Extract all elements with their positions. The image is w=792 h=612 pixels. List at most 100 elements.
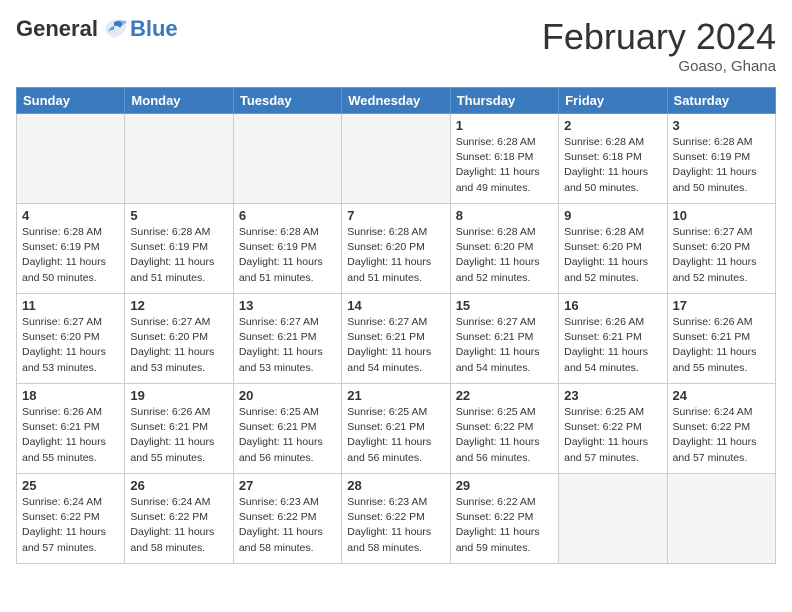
weekday-header-row: SundayMondayTuesdayWednesdayThursdayFrid… xyxy=(17,88,776,114)
day-info: Sunrise: 6:28 AM Sunset: 6:18 PM Dayligh… xyxy=(456,135,553,196)
day-info: Sunrise: 6:25 AM Sunset: 6:22 PM Dayligh… xyxy=(564,405,661,466)
calendar-cell: 13 Sunrise: 6:27 AM Sunset: 6:21 PM Dayli… xyxy=(233,294,341,384)
calendar-week-row: 1 Sunrise: 6:28 AM Sunset: 6:18 PM Daylig… xyxy=(17,114,776,204)
day-info: Sunrise: 6:26 AM Sunset: 6:21 PM Dayligh… xyxy=(22,405,119,466)
day-number: 21 xyxy=(347,388,444,403)
day-info: Sunrise: 6:24 AM Sunset: 6:22 PM Dayligh… xyxy=(22,495,119,556)
day-info: Sunrise: 6:24 AM Sunset: 6:22 PM Dayligh… xyxy=(130,495,227,556)
calendar-cell: 4 Sunrise: 6:28 AM Sunset: 6:19 PM Daylig… xyxy=(17,204,125,294)
day-number: 29 xyxy=(456,478,553,493)
weekday-header-saturday: Saturday xyxy=(667,88,775,114)
day-info: Sunrise: 6:25 AM Sunset: 6:21 PM Dayligh… xyxy=(239,405,336,466)
day-info: Sunrise: 6:28 AM Sunset: 6:18 PM Dayligh… xyxy=(564,135,661,196)
calendar-cell: 9 Sunrise: 6:28 AM Sunset: 6:20 PM Daylig… xyxy=(559,204,667,294)
day-number: 10 xyxy=(673,208,770,223)
calendar-cell: 11 Sunrise: 6:27 AM Sunset: 6:20 PM Dayli… xyxy=(17,294,125,384)
weekday-header-friday: Friday xyxy=(559,88,667,114)
calendar-table: SundayMondayTuesdayWednesdayThursdayFrid… xyxy=(16,87,776,564)
calendar-cell: 16Sunrise: 6:26 AM Sunset: 6:21 PM Dayli… xyxy=(559,294,667,384)
title-block: February 2024 Goaso, Ghana xyxy=(542,16,776,75)
day-number: 3 xyxy=(673,118,770,133)
day-info: Sunrise: 6:27 AM Sunset: 6:21 PM Dayligh… xyxy=(239,315,336,376)
day-number: 7 xyxy=(347,208,444,223)
day-info: Sunrise: 6:23 AM Sunset: 6:22 PM Dayligh… xyxy=(239,495,336,556)
logo: General Blue xyxy=(16,16,178,42)
calendar-cell: 19 Sunrise: 6:26 AM Sunset: 6:21 PM Dayli… xyxy=(125,384,233,474)
day-number: 6 xyxy=(239,208,336,223)
day-number: 1 xyxy=(456,118,553,133)
day-number: 12 xyxy=(130,298,227,313)
day-number: 15 xyxy=(456,298,553,313)
calendar-cell: 29Sunrise: 6:22 AM Sunset: 6:22 PM Dayli… xyxy=(450,474,558,564)
month-year-title: February 2024 xyxy=(542,16,776,58)
day-number: 20 xyxy=(239,388,336,403)
day-number: 28 xyxy=(347,478,444,493)
day-number: 26 xyxy=(130,478,227,493)
calendar-cell xyxy=(667,474,775,564)
day-info: Sunrise: 6:27 AM Sunset: 6:20 PM Dayligh… xyxy=(130,315,227,376)
day-number: 2 xyxy=(564,118,661,133)
day-number: 9 xyxy=(564,208,661,223)
day-number: 18 xyxy=(22,388,119,403)
day-info: Sunrise: 6:27 AM Sunset: 6:21 PM Dayligh… xyxy=(347,315,444,376)
calendar-cell: 22Sunrise: 6:25 AM Sunset: 6:22 PM Dayli… xyxy=(450,384,558,474)
logo-general-text: General xyxy=(16,16,98,42)
day-info: Sunrise: 6:28 AM Sunset: 6:19 PM Dayligh… xyxy=(130,225,227,286)
day-number: 25 xyxy=(22,478,119,493)
day-number: 17 xyxy=(673,298,770,313)
calendar-cell xyxy=(233,114,341,204)
day-info: Sunrise: 6:28 AM Sunset: 6:20 PM Dayligh… xyxy=(456,225,553,286)
weekday-header-monday: Monday xyxy=(125,88,233,114)
calendar-cell: 23 Sunrise: 6:25 AM Sunset: 6:22 PM Dayli… xyxy=(559,384,667,474)
logo-bird-icon xyxy=(100,18,128,40)
day-info: Sunrise: 6:23 AM Sunset: 6:22 PM Dayligh… xyxy=(347,495,444,556)
location-subtitle: Goaso, Ghana xyxy=(542,58,776,75)
day-number: 23 xyxy=(564,388,661,403)
day-info: Sunrise: 6:27 AM Sunset: 6:20 PM Dayligh… xyxy=(22,315,119,376)
logo-blue-text: Blue xyxy=(130,16,178,42)
calendar-cell: 20 Sunrise: 6:25 AM Sunset: 6:21 PM Dayli… xyxy=(233,384,341,474)
day-info: Sunrise: 6:24 AM Sunset: 6:22 PM Dayligh… xyxy=(673,405,770,466)
page-header: General Blue February 2024 Goaso, Ghana xyxy=(16,16,776,75)
day-number: 19 xyxy=(130,388,227,403)
day-number: 22 xyxy=(456,388,553,403)
day-info: Sunrise: 6:28 AM Sunset: 6:19 PM Dayligh… xyxy=(239,225,336,286)
calendar-cell: 8Sunrise: 6:28 AM Sunset: 6:20 PM Daylig… xyxy=(450,204,558,294)
calendar-cell: 17 Sunrise: 6:26 AM Sunset: 6:21 PM Dayli… xyxy=(667,294,775,384)
calendar-cell xyxy=(559,474,667,564)
calendar-cell: 3Sunrise: 6:28 AM Sunset: 6:19 PM Daylig… xyxy=(667,114,775,204)
day-info: Sunrise: 6:28 AM Sunset: 6:20 PM Dayligh… xyxy=(564,225,661,286)
calendar-cell: 24 Sunrise: 6:24 AM Sunset: 6:22 PM Dayli… xyxy=(667,384,775,474)
calendar-cell: 6 Sunrise: 6:28 AM Sunset: 6:19 PM Daylig… xyxy=(233,204,341,294)
calendar-cell: 5Sunrise: 6:28 AM Sunset: 6:19 PM Daylig… xyxy=(125,204,233,294)
calendar-cell: 25 Sunrise: 6:24 AM Sunset: 6:22 PM Dayli… xyxy=(17,474,125,564)
calendar-cell: 12 Sunrise: 6:27 AM Sunset: 6:20 PM Dayli… xyxy=(125,294,233,384)
calendar-cell: 7 Sunrise: 6:28 AM Sunset: 6:20 PM Daylig… xyxy=(342,204,450,294)
day-number: 27 xyxy=(239,478,336,493)
day-info: Sunrise: 6:27 AM Sunset: 6:21 PM Dayligh… xyxy=(456,315,553,376)
calendar-cell xyxy=(125,114,233,204)
calendar-cell: 26 Sunrise: 6:24 AM Sunset: 6:22 PM Dayli… xyxy=(125,474,233,564)
calendar-cell: 18 Sunrise: 6:26 AM Sunset: 6:21 PM Dayli… xyxy=(17,384,125,474)
day-info: Sunrise: 6:28 AM Sunset: 6:20 PM Dayligh… xyxy=(347,225,444,286)
calendar-cell: 14 Sunrise: 6:27 AM Sunset: 6:21 PM Dayli… xyxy=(342,294,450,384)
day-number: 24 xyxy=(673,388,770,403)
day-number: 11 xyxy=(22,298,119,313)
day-number: 13 xyxy=(239,298,336,313)
day-info: Sunrise: 6:26 AM Sunset: 6:21 PM Dayligh… xyxy=(673,315,770,376)
day-info: Sunrise: 6:28 AM Sunset: 6:19 PM Dayligh… xyxy=(22,225,119,286)
calendar-cell: 27 Sunrise: 6:23 AM Sunset: 6:22 PM Dayli… xyxy=(233,474,341,564)
calendar-cell: 10Sunrise: 6:27 AM Sunset: 6:20 PM Dayli… xyxy=(667,204,775,294)
weekday-header-thursday: Thursday xyxy=(450,88,558,114)
calendar-week-row: 18 Sunrise: 6:26 AM Sunset: 6:21 PM Dayli… xyxy=(17,384,776,474)
weekday-header-tuesday: Tuesday xyxy=(233,88,341,114)
day-number: 14 xyxy=(347,298,444,313)
day-number: 4 xyxy=(22,208,119,223)
calendar-cell xyxy=(342,114,450,204)
calendar-cell: 2 Sunrise: 6:28 AM Sunset: 6:18 PM Daylig… xyxy=(559,114,667,204)
calendar-cell: 21 Sunrise: 6:25 AM Sunset: 6:21 PM Dayli… xyxy=(342,384,450,474)
day-info: Sunrise: 6:26 AM Sunset: 6:21 PM Dayligh… xyxy=(130,405,227,466)
calendar-week-row: 4 Sunrise: 6:28 AM Sunset: 6:19 PM Daylig… xyxy=(17,204,776,294)
day-info: Sunrise: 6:25 AM Sunset: 6:21 PM Dayligh… xyxy=(347,405,444,466)
calendar-week-row: 25 Sunrise: 6:24 AM Sunset: 6:22 PM Dayli… xyxy=(17,474,776,564)
